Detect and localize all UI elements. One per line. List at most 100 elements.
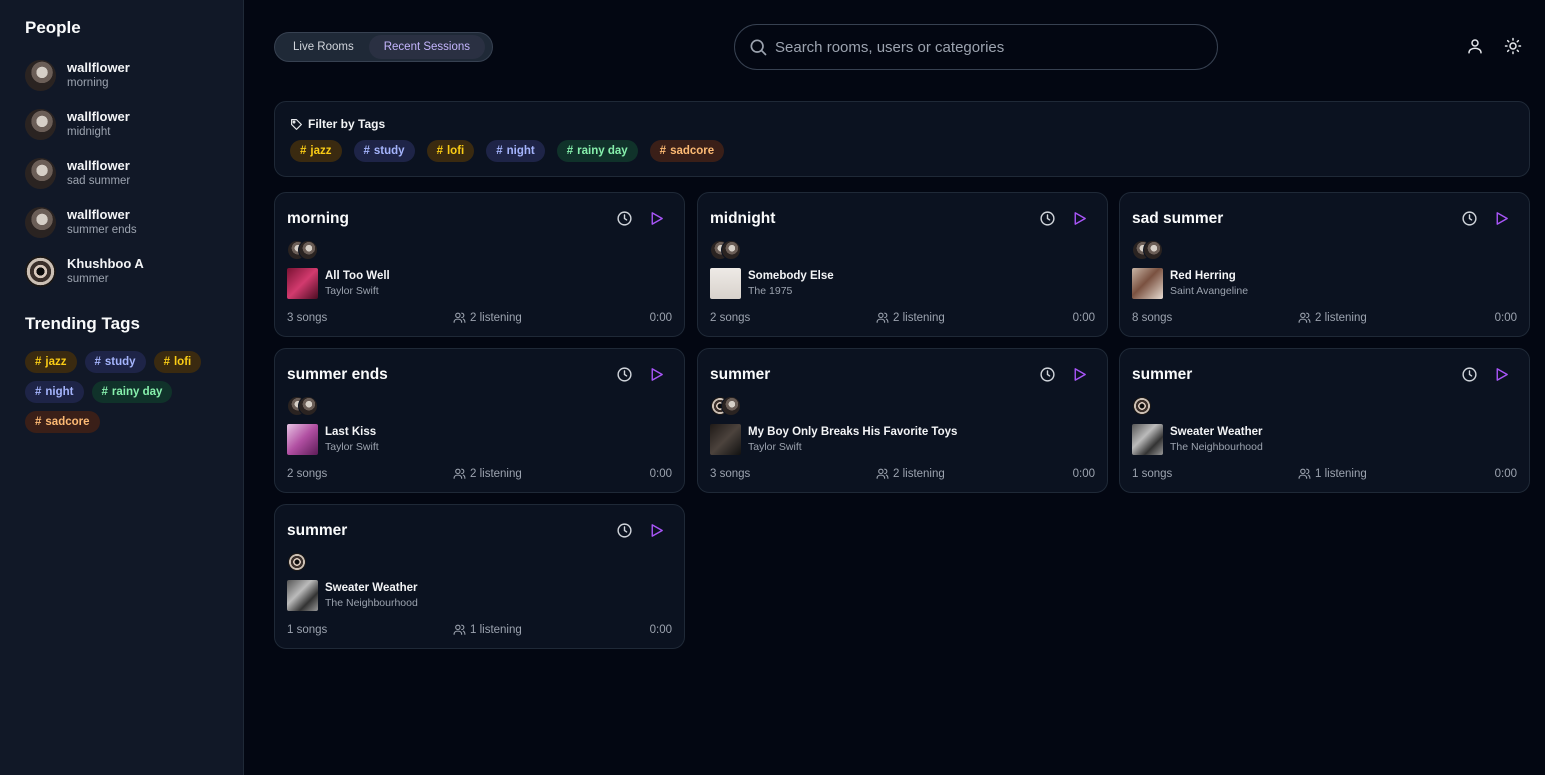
play-icon[interactable] [648, 210, 665, 227]
trending-tags: # jazz # study # lofi # night # rainy day # sa… [25, 351, 225, 433]
session-time: 0:00 [1072, 311, 1095, 324]
filter-tag-study[interactable]: # study [353, 140, 415, 162]
tab-live-rooms[interactable]: Live Rooms [278, 35, 369, 59]
session-card[interactable]: morning All Too Well Taylor Swift 3 song… [274, 192, 685, 337]
people-heading: People [25, 18, 81, 37]
current-song: Red Herring Saint Avangeline [1132, 268, 1517, 299]
trending-tag-night[interactable]: # night [25, 381, 84, 403]
hash-icon: # [496, 145, 503, 157]
search-bar [734, 24, 1218, 70]
play-icon[interactable] [648, 522, 665, 539]
album-cover [1132, 424, 1163, 455]
person-item[interactable]: wallflower morning [25, 51, 243, 100]
filter-tag-night[interactable]: # night [486, 140, 545, 162]
trending-tag-study[interactable]: # study [84, 351, 146, 373]
tag-icon [291, 118, 302, 130]
clock-icon[interactable] [616, 210, 633, 227]
song-title: Sweater Weather [1170, 426, 1263, 438]
card-title: summer [1132, 366, 1193, 383]
session-card[interactable]: summer Sweater Weather The Neighbourhood… [274, 504, 685, 649]
card-footer: 2 songs 2 listening 0:00 [287, 467, 672, 480]
clock-icon[interactable] [1039, 210, 1056, 227]
hash-icon: # [566, 145, 574, 157]
listener-count: 1 listening [1298, 467, 1495, 480]
clock-icon[interactable] [1461, 366, 1478, 383]
person-room: morning [67, 77, 109, 89]
listener-count: 2 listening [876, 311, 1073, 324]
search-input[interactable] [775, 38, 1195, 56]
person-name: wallflower [67, 109, 130, 124]
card-footer: 8 songs 2 listening 0:00 [1132, 311, 1517, 324]
sun-icon[interactable] [1504, 37, 1522, 55]
person-item[interactable]: Khushboo A summer [25, 247, 243, 296]
search-icon [750, 39, 767, 56]
listener-count: 2 listening [453, 311, 650, 324]
user-icon[interactable] [1466, 37, 1484, 55]
filter-tag-rainy-day[interactable]: # rainy day [556, 140, 638, 162]
avatar [25, 109, 56, 140]
filter-tag-jazz[interactable]: # jazz [290, 140, 342, 162]
song-count: 2 songs [710, 311, 751, 324]
listener-count: 2 listening [1298, 311, 1495, 324]
song-title: My Boy Only Breaks His Favorite Toys [748, 426, 958, 438]
song-title: Last Kiss [325, 426, 377, 438]
person-item[interactable]: wallflower midnight [25, 100, 243, 149]
card-title: summer [710, 366, 771, 383]
main-content: Live Rooms Recent Sessions Filter by Tag… [244, 0, 1545, 775]
tag-filter-panel: Filter by Tags # jazz # study # lofi # night… [274, 101, 1530, 177]
session-time: 0:00 [649, 311, 672, 324]
avatar [25, 60, 56, 91]
card-actions [1039, 366, 1088, 383]
tab-recent-sessions[interactable]: Recent Sessions [368, 35, 486, 59]
avatar [721, 396, 741, 416]
current-song: Last Kiss Taylor Swift [287, 424, 672, 455]
play-icon[interactable] [1071, 366, 1088, 383]
session-card[interactable]: summer ends Last Kiss Taylor Swift 2 son… [274, 348, 685, 493]
avatar [298, 240, 318, 260]
trending-tag-sadcore[interactable]: # sadcore [25, 411, 100, 433]
song-artist: Taylor Swift [325, 285, 379, 297]
album-cover [710, 268, 741, 299]
avatar [25, 256, 56, 287]
clock-icon[interactable] [1039, 366, 1056, 383]
song-artist: Taylor Swift [748, 441, 802, 453]
session-card[interactable]: sad summer Red Herring Saint Avangeline … [1119, 192, 1530, 337]
hash-icon: # [35, 416, 42, 428]
play-icon[interactable] [1493, 366, 1510, 383]
avatar [298, 396, 318, 416]
play-icon[interactable] [1071, 210, 1088, 227]
song-count: 1 songs [1132, 467, 1173, 480]
clock-icon[interactable] [616, 366, 633, 383]
card-actions [616, 210, 665, 227]
card-footer: 2 songs 2 listening 0:00 [710, 311, 1095, 324]
song-artist: The Neighbourhood [1170, 441, 1263, 453]
person-room: summer ends [67, 224, 137, 236]
song-title: All Too Well [325, 270, 390, 282]
session-card[interactable]: summer Sweater Weather The Neighbourhood… [1119, 348, 1530, 493]
clock-icon[interactable] [1461, 210, 1478, 227]
song-count: 8 songs [1132, 311, 1173, 324]
session-card[interactable]: midnight Somebody Else The 1975 2 songs … [697, 192, 1108, 337]
hash-icon: # [659, 145, 667, 157]
trending-tag-rainy-day[interactable]: # rainy day [91, 381, 173, 403]
trending-tag-jazz[interactable]: # jazz [25, 351, 77, 373]
card-footer: 3 songs 2 listening 0:00 [287, 311, 672, 324]
card-title: morning [287, 210, 349, 227]
filter-tag-sadcore[interactable]: # sadcore [649, 140, 725, 162]
card-actions [1461, 366, 1510, 383]
person-name: Khushboo A [67, 256, 144, 271]
users-icon [1298, 468, 1311, 479]
participants [1132, 396, 1517, 416]
song-count: 1 songs [287, 623, 328, 636]
person-item[interactable]: wallflower sad summer [25, 149, 243, 198]
clock-icon[interactable] [616, 522, 633, 539]
song-title: Sweater Weather [325, 582, 418, 594]
trending-tag-lofi[interactable]: # lofi [153, 351, 202, 373]
play-icon[interactable] [1493, 210, 1510, 227]
song-count: 2 songs [287, 467, 328, 480]
session-card[interactable]: summer My Boy Only Breaks His Favorite T… [697, 348, 1108, 493]
person-item[interactable]: wallflower summer ends [25, 198, 243, 247]
current-song: Sweater Weather The Neighbourhood [1132, 424, 1517, 455]
filter-tag-lofi[interactable]: # lofi [426, 140, 475, 162]
play-icon[interactable] [648, 366, 665, 383]
